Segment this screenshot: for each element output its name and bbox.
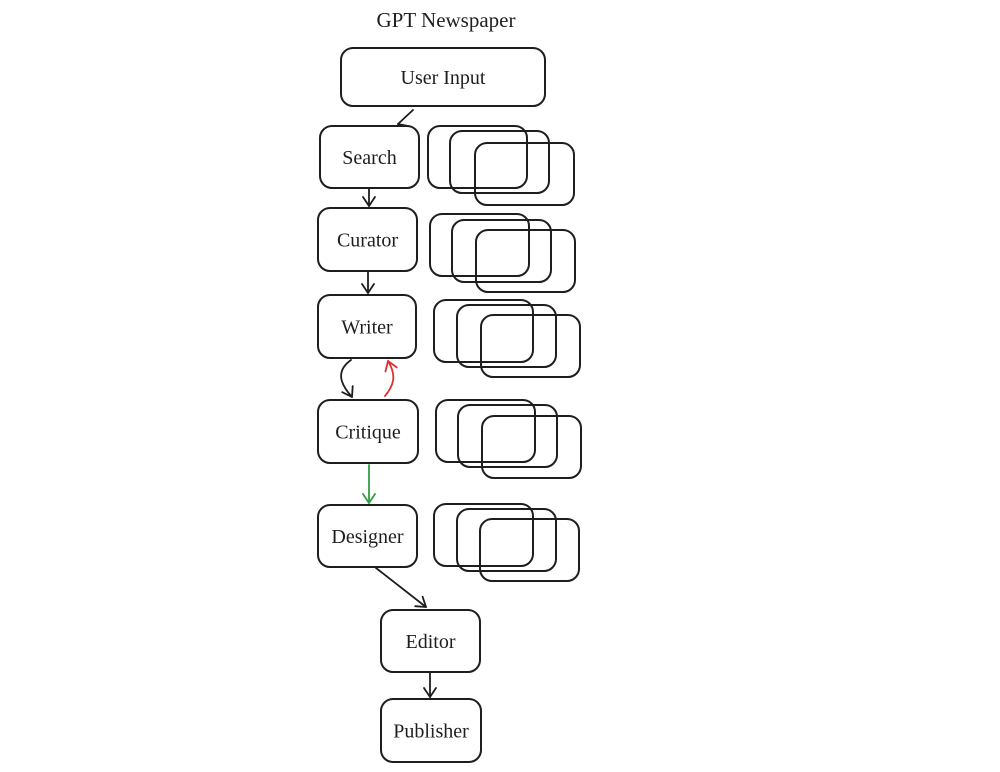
- stack-instance-box: [435, 399, 536, 463]
- node-search: Search: [319, 125, 420, 189]
- edge-search-to-curator: [362, 188, 376, 207]
- node-label: Editor: [406, 631, 456, 653]
- node-label: Writer: [341, 317, 393, 339]
- node-editor: Editor: [380, 609, 481, 673]
- node-label: User Input: [401, 67, 486, 89]
- stack-designer: [433, 503, 580, 582]
- edge-critique-to-designer: [362, 464, 376, 504]
- node-label: Designer: [331, 526, 404, 548]
- stack-writer: [433, 299, 581, 378]
- stack-instance-box: [474, 142, 575, 206]
- gpt-newspaper-diagram: GPT Newspaper User Input Search Curator Wri…: [317, 8, 582, 763]
- node-user-input: User Input: [340, 47, 546, 107]
- node-label: Publisher: [393, 721, 469, 743]
- edge-critique-to-writer: [384, 360, 398, 397]
- stack-instance-box: [433, 503, 534, 567]
- stack-search: [427, 125, 575, 206]
- stack-instance-box: [449, 130, 550, 194]
- edge-line: [375, 567, 427, 608]
- edge-designer-to-editor: [375, 567, 427, 608]
- node-label: Search: [342, 147, 396, 169]
- edge-curator-to-writer: [361, 271, 375, 294]
- stack-critique: [435, 399, 582, 479]
- edge-writer-to-critique: [340, 359, 354, 398]
- stack-instance-box: [433, 299, 534, 363]
- node-designer: Designer: [317, 504, 418, 568]
- stack-instance-box: [427, 125, 528, 189]
- node-label: Curator: [337, 230, 398, 252]
- edge-editor-to-publisher: [423, 672, 437, 698]
- node-writer: Writer: [317, 294, 417, 359]
- stack-instance-box: [457, 404, 558, 468]
- node-critique: Critique: [317, 399, 419, 464]
- stack-instance-box: [429, 213, 530, 277]
- diagram-title: GPT Newspaper: [376, 8, 515, 32]
- stack-instance-box: [481, 415, 582, 479]
- node-publisher: Publisher: [380, 698, 482, 763]
- node-curator: Curator: [317, 207, 418, 272]
- stack-curator: [429, 213, 576, 293]
- edge-line: [397, 109, 414, 125]
- parallel-agent-stacks: [427, 125, 582, 582]
- node-label: Critique: [335, 422, 401, 444]
